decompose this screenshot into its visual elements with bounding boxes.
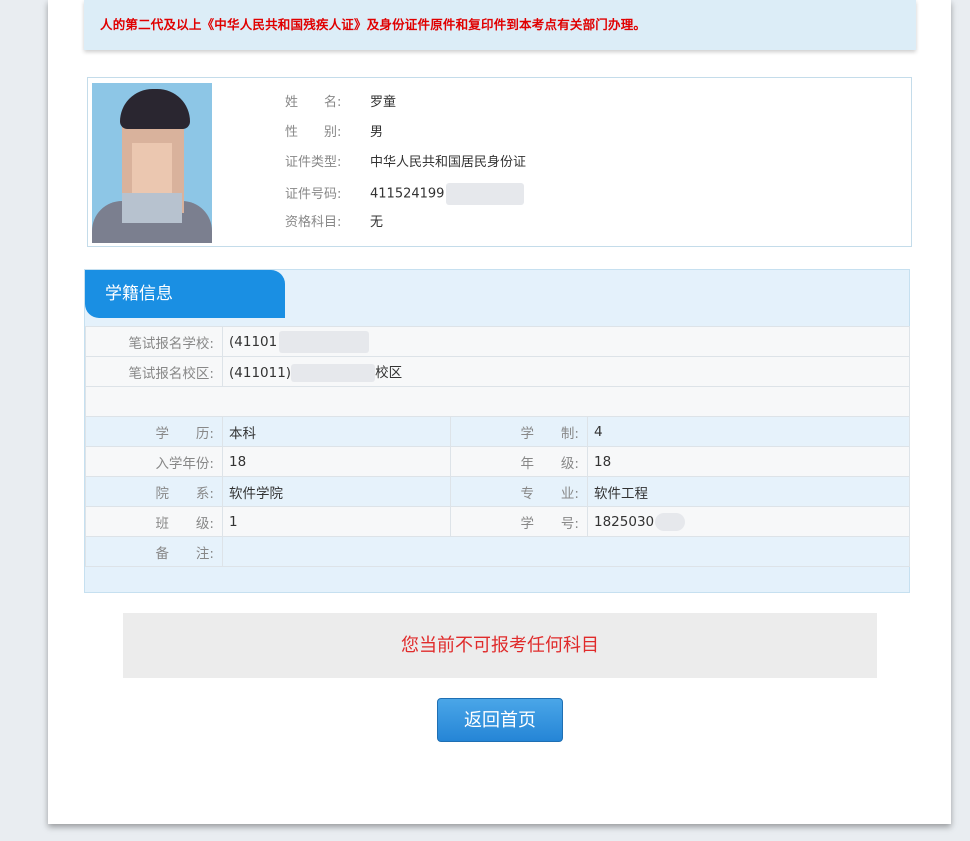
redaction-mask	[279, 330, 370, 353]
exam-campus-label: 笔试报名校区:	[85, 356, 223, 387]
grade-label: 年 级:	[450, 446, 588, 477]
status-message: 您当前不可报考任何科目	[123, 613, 877, 678]
notice-box: 人的第二代及以上《中华人民共和国残疾人证》及身份证件原件和复印件到本考点有关部门…	[84, 0, 916, 50]
info-row-id-number: 证件号码: 411524199	[285, 183, 525, 205]
department-value: 软件学院	[222, 476, 451, 507]
remark-value	[221, 536, 911, 567]
major-label: 专 业:	[450, 476, 588, 507]
department-label: 院 系:	[85, 476, 223, 507]
info-row-id-type: 证件类型: 中华人民共和国居民身份证	[285, 153, 526, 173]
info-row-name: 姓 名: 罗童	[285, 93, 396, 113]
exam-school-value: (41101	[221, 326, 911, 357]
education-value: 本科	[222, 416, 451, 447]
exam-campus-suffix: 校区	[375, 365, 403, 381]
major-value: 软件工程	[586, 476, 911, 507]
qualification-value: 无	[370, 215, 384, 230]
exam-school-code: (41101	[229, 333, 278, 350]
qualification-label: 资格科目:	[285, 215, 342, 230]
redaction-mask	[446, 183, 525, 205]
table-row: 班 级: 1 学 号: 1825030	[85, 506, 911, 537]
enroll-year-label: 入学年份:	[85, 446, 223, 477]
school-info-table: 笔试报名学校: (41101 笔试报名校区: (411011) 校区 学 历: 本…	[84, 326, 911, 567]
id-number-value: 411524199	[370, 186, 445, 202]
name-label: 姓 名:	[285, 95, 342, 110]
table-row: 学 历: 本科 学 制: 4	[85, 416, 911, 447]
table-row: 笔试报名校区: (411011) 校区	[85, 356, 911, 387]
redaction-mask	[291, 364, 376, 382]
grade-value: 18	[586, 446, 911, 477]
personal-info-card: 姓 名: 罗童 性 别: 男 证件类型: 中华人民共和国居民身份证 证件号码: 4115…	[87, 77, 912, 247]
system-value: 4	[586, 416, 911, 447]
exam-campus-value: (411011) 校区	[221, 356, 911, 387]
gender-value: 男	[370, 125, 384, 140]
applicant-photo	[92, 83, 212, 243]
exam-campus-code: (411011)	[229, 365, 292, 381]
info-row-qualification: 资格科目: 无	[285, 213, 383, 233]
redaction-mask	[655, 512, 686, 531]
table-row: 备 注:	[85, 536, 911, 567]
notice-text: 人的第二代及以上《中华人民共和国残疾人证》及身份证件原件和复印件到本考点有关部门…	[100, 17, 647, 32]
info-row-gender: 性 别: 男	[285, 123, 383, 143]
education-label: 学 历:	[85, 416, 223, 447]
exam-school-label: 笔试报名学校:	[85, 326, 223, 357]
table-row-spacer	[84, 386, 911, 417]
id-type-value: 中华人民共和国居民身份证	[370, 155, 527, 170]
id-number-label: 证件号码:	[285, 186, 342, 202]
id-type-label: 证件类型:	[285, 155, 342, 170]
student-id-value: 1825030	[586, 506, 911, 537]
gender-label: 性 别:	[285, 125, 342, 140]
school-info-panel: 学籍信息 笔试报名学校: (41101 笔试报名校区: (411011) 校区 学…	[84, 269, 911, 593]
table-row: 入学年份: 18 年 级: 18	[85, 446, 911, 477]
class-value: 1	[222, 506, 451, 537]
system-label: 学 制:	[450, 416, 588, 447]
student-id-text: 1825030	[594, 513, 655, 530]
table-row: 院 系: 软件学院 专 业: 软件工程	[85, 476, 911, 507]
school-info-tab: 学籍信息	[85, 270, 285, 318]
student-id-label: 学 号:	[450, 506, 588, 537]
remark-label: 备 注:	[85, 536, 223, 567]
table-row: 笔试报名学校: (41101	[85, 326, 911, 357]
name-value: 罗童	[370, 95, 397, 110]
class-label: 班 级:	[85, 506, 223, 537]
enroll-year-value: 18	[222, 446, 451, 477]
back-home-button[interactable]: 返回首页	[437, 698, 563, 742]
